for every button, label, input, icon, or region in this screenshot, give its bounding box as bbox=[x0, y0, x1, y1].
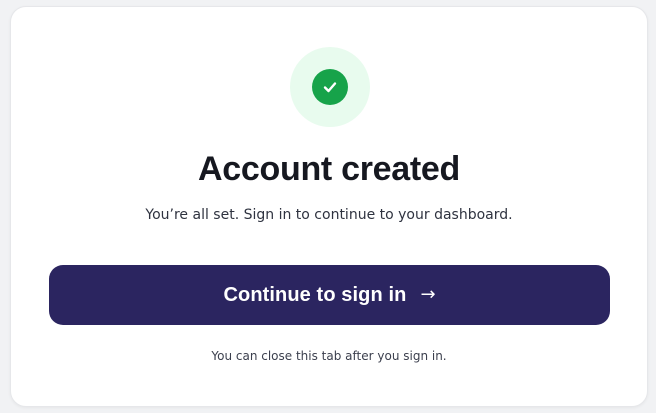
account-created-card: Account created You’re all set. Sign in … bbox=[10, 6, 648, 407]
check-circle-icon bbox=[312, 69, 348, 105]
page-subtitle: You’re all set. Sign in to continue to y… bbox=[145, 207, 513, 223]
close-tab-note: You can close this tab after you sign in… bbox=[211, 349, 447, 363]
page-title: Account created bbox=[198, 150, 460, 188]
continue-button-label: Continue to sign in bbox=[223, 283, 407, 306]
arrow-right-icon: → bbox=[420, 284, 436, 305]
continue-to-sign-in-button[interactable]: Continue to sign in → bbox=[49, 265, 610, 325]
success-badge bbox=[290, 47, 370, 127]
